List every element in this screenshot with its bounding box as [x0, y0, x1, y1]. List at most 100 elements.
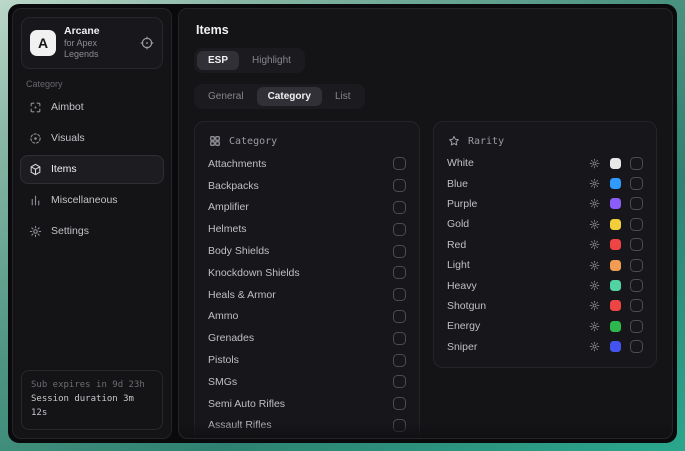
color-swatch[interactable] — [610, 239, 621, 250]
checkbox[interactable] — [393, 245, 406, 258]
sidebar-section-label: Category — [26, 79, 161, 89]
category-label: SMGs — [208, 376, 237, 388]
cube-icon — [29, 163, 42, 176]
category-row[interactable]: Attachments — [208, 153, 406, 175]
target-icon[interactable] — [140, 36, 154, 50]
color-swatch[interactable] — [610, 219, 621, 230]
color-swatch[interactable] — [610, 280, 621, 291]
category-row[interactable]: Ammo — [208, 306, 406, 328]
rarity-row[interactable]: Energy — [447, 316, 643, 336]
sidebar-item-label: Items — [51, 163, 77, 175]
checkbox[interactable] — [393, 179, 406, 192]
rarity-row[interactable]: Purple — [447, 194, 643, 214]
category-panel-header: Category — [209, 135, 406, 147]
checkbox[interactable] — [393, 310, 406, 323]
rarity-list: White Blue Purple — [447, 153, 643, 357]
color-swatch[interactable] — [610, 341, 621, 352]
sidebar-item-label: Aimbot — [51, 101, 84, 113]
checkbox[interactable] — [630, 259, 643, 272]
checkbox[interactable] — [630, 177, 643, 190]
category-row[interactable]: Grenades — [208, 327, 406, 349]
sidebar-item-settings[interactable]: Settings — [20, 217, 164, 246]
category-row[interactable]: Assault Rifles — [208, 415, 406, 437]
mode-highlight[interactable]: Highlight — [241, 51, 302, 70]
rarity-panel-header: Rarity — [448, 135, 643, 147]
checkbox[interactable] — [393, 223, 406, 236]
tab-bar: GeneralCategoryList — [194, 84, 365, 109]
crosshair-icon — [29, 101, 42, 114]
gear-icon[interactable] — [589, 260, 600, 271]
page-title: Items — [196, 23, 657, 37]
color-swatch[interactable] — [610, 321, 621, 332]
gear-icon[interactable] — [589, 239, 600, 250]
rarity-label: Energy — [447, 320, 589, 332]
checkbox[interactable] — [393, 266, 406, 279]
sidebar-item-items[interactable]: Items — [20, 155, 164, 184]
category-row[interactable]: Knockdown Shields — [208, 262, 406, 284]
checkbox[interactable] — [630, 238, 643, 251]
checkbox[interactable] — [393, 288, 406, 301]
gear-icon[interactable] — [589, 219, 600, 230]
category-row[interactable]: Semi Auto Rifles — [208, 393, 406, 415]
checkbox[interactable] — [393, 397, 406, 410]
checkbox[interactable] — [393, 375, 406, 388]
checkbox[interactable] — [630, 299, 643, 312]
category-row[interactable]: Heals & Armor — [208, 284, 406, 306]
checkbox[interactable] — [630, 157, 643, 170]
checkbox[interactable] — [630, 218, 643, 231]
color-swatch[interactable] — [610, 260, 621, 271]
sidebar-item-label: Visuals — [51, 132, 85, 144]
color-swatch[interactable] — [610, 198, 621, 209]
checkbox[interactable] — [630, 279, 643, 292]
rarity-row[interactable]: White — [447, 153, 643, 173]
focus-eye-icon — [29, 132, 42, 145]
rarity-row[interactable]: Shotgun — [447, 296, 643, 316]
gear-icon[interactable] — [589, 198, 600, 209]
color-swatch[interactable] — [610, 158, 621, 169]
category-row[interactable]: Pistols — [208, 349, 406, 371]
checkbox[interactable] — [630, 340, 643, 353]
category-row[interactable]: Helmets — [208, 218, 406, 240]
sidebar-item-miscellaneous[interactable]: Miscellaneous — [20, 186, 164, 215]
color-swatch[interactable] — [610, 178, 621, 189]
gear-icon[interactable] — [589, 158, 600, 169]
color-swatch[interactable] — [610, 300, 621, 311]
tab-general[interactable]: General — [197, 87, 255, 106]
rarity-row[interactable]: Red — [447, 235, 643, 255]
checkbox[interactable] — [630, 197, 643, 210]
category-row[interactable]: Backpacks — [208, 175, 406, 197]
sidebar-item-aimbot[interactable]: Aimbot — [20, 93, 164, 122]
category-row[interactable]: Amplifier — [208, 197, 406, 219]
checkbox[interactable] — [393, 354, 406, 367]
gear-icon[interactable] — [589, 341, 600, 352]
rarity-row[interactable]: Blue — [447, 173, 643, 193]
checkbox[interactable] — [393, 332, 406, 345]
rarity-label: Shotgun — [447, 300, 589, 312]
checkbox[interactable] — [393, 201, 406, 214]
gear-icon[interactable] — [589, 300, 600, 311]
category-row[interactable]: Body Shields — [208, 240, 406, 262]
app-subtitle: for Apex Legends — [64, 38, 132, 61]
rarity-row[interactable]: Light — [447, 255, 643, 275]
checkbox[interactable] — [393, 157, 406, 170]
category-label: Semi Auto Rifles — [208, 398, 285, 410]
tab-category[interactable]: Category — [257, 87, 322, 106]
rarity-row[interactable]: Sniper — [447, 337, 643, 357]
category-panel-title: Category — [229, 136, 277, 147]
category-row[interactable]: LMGs — [208, 436, 406, 439]
gear-icon[interactable] — [589, 321, 600, 332]
sidebar-item-visuals[interactable]: Visuals — [20, 124, 164, 153]
checkbox[interactable] — [630, 320, 643, 333]
tab-list[interactable]: List — [324, 87, 362, 106]
rarity-row[interactable]: Gold — [447, 214, 643, 234]
mode-esp[interactable]: ESP — [197, 51, 239, 70]
app-window: A Arcane for Apex Legends Category — [8, 4, 677, 443]
rarity-label: Red — [447, 239, 589, 251]
gear-icon[interactable] — [589, 280, 600, 291]
gear-icon[interactable] — [589, 178, 600, 189]
rarity-row[interactable]: Heavy — [447, 275, 643, 295]
category-row[interactable]: SMGs — [208, 371, 406, 393]
checkbox[interactable] — [393, 419, 406, 432]
category-label: Attachments — [208, 158, 266, 170]
sidebar-item-label: Miscellaneous — [51, 194, 118, 206]
